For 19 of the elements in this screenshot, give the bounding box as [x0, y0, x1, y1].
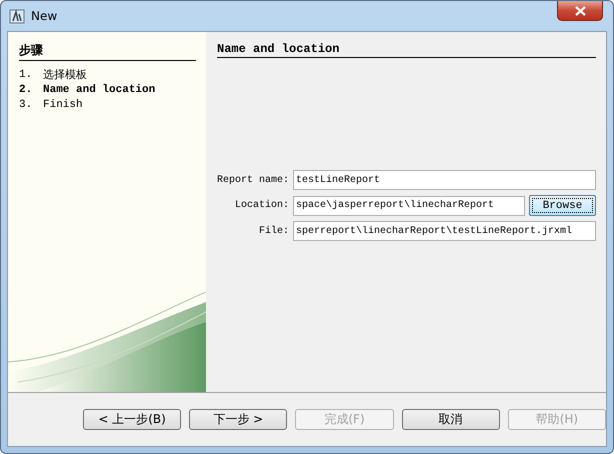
- field-label: Location:: [234, 200, 290, 211]
- step-item: 2. Name and location: [19, 82, 156, 97]
- field-label: Report name:: [217, 174, 290, 186]
- browse-button[interactable]: Browse: [529, 195, 596, 216]
- input-field[interactable]: testLineReport: [293, 170, 596, 190]
- wizard-button[interactable]: < 上一步(B): [83, 409, 182, 430]
- page-heading: Name and location: [217, 42, 596, 58]
- input-field[interactable]: sperreport\linecharReport\testLineReport.jrxml: [293, 221, 596, 241]
- step-item: 3. Finish: [19, 98, 84, 112]
- input-field[interactable]: space\jasperreport\linecharReport: [293, 196, 525, 216]
- wizard-button[interactable]: 取消: [402, 409, 500, 430]
- close-icon: [574, 6, 586, 16]
- step-item: 1. 选择模板: [19, 68, 88, 82]
- wizard-button[interactable]: 下一步 >: [189, 409, 288, 430]
- steps-heading: 步骤: [19, 42, 196, 61]
- window-title: New: [31, 9, 58, 23]
- close-button[interactable]: [557, 1, 603, 21]
- field-label: File:: [258, 226, 290, 236]
- app-icon: [9, 8, 25, 24]
